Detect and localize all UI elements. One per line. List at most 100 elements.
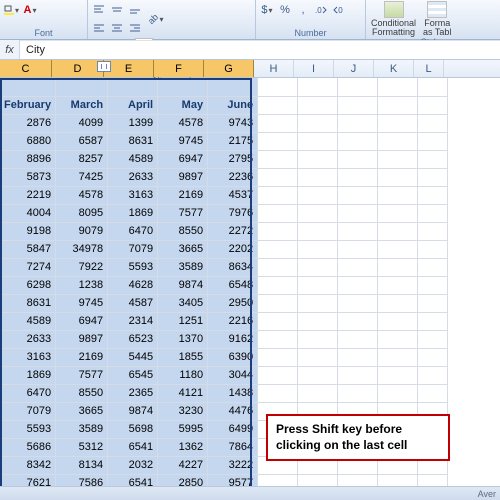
empty-cell[interactable] bbox=[338, 204, 378, 222]
table-cell[interactable]: 2950 bbox=[208, 294, 258, 312]
empty-cell[interactable] bbox=[298, 330, 338, 348]
table-cell[interactable]: 8550 bbox=[158, 222, 208, 240]
empty-cell[interactable] bbox=[338, 168, 378, 186]
table-cell[interactable]: 1869 bbox=[0, 366, 56, 384]
empty-cell[interactable] bbox=[258, 168, 298, 186]
empty-cell[interactable] bbox=[378, 312, 418, 330]
empty-cell[interactable] bbox=[338, 150, 378, 168]
empty-cell[interactable] bbox=[338, 276, 378, 294]
table-cell[interactable]: 9745 bbox=[56, 294, 108, 312]
table-cell[interactable]: 6298 bbox=[0, 276, 56, 294]
empty-cell[interactable] bbox=[418, 348, 448, 366]
table-cell[interactable]: 4099 bbox=[56, 114, 108, 132]
table-cell[interactable]: 2314 bbox=[108, 312, 158, 330]
table-cell[interactable]: 4537 bbox=[208, 186, 258, 204]
empty-cell[interactable] bbox=[378, 276, 418, 294]
table-cell[interactable]: 5593 bbox=[108, 258, 158, 276]
increase-decimal-button[interactable]: .0 bbox=[312, 1, 330, 19]
column-header-G[interactable]: G bbox=[204, 60, 254, 77]
table-cell[interactable]: 9198 bbox=[0, 222, 56, 240]
currency-button[interactable]: $▾ bbox=[258, 1, 276, 19]
table-cell[interactable]: 7274 bbox=[0, 258, 56, 276]
table-cell[interactable]: 8896 bbox=[0, 150, 56, 168]
table-cell[interactable]: 5698 bbox=[108, 420, 158, 438]
column-header-F[interactable]: F bbox=[154, 60, 204, 77]
comma-button[interactable]: , bbox=[294, 1, 312, 19]
table-cell[interactable]: 6548 bbox=[208, 276, 258, 294]
table-cell[interactable]: 6880 bbox=[0, 132, 56, 150]
table-cell[interactable]: 4589 bbox=[0, 312, 56, 330]
percent-button[interactable]: % bbox=[276, 1, 294, 19]
table-cell[interactable]: 8134 bbox=[56, 456, 108, 474]
table-cell[interactable]: 7922 bbox=[56, 258, 108, 276]
table-cell[interactable]: 1370 bbox=[158, 330, 208, 348]
empty-cell[interactable] bbox=[338, 186, 378, 204]
empty-cell[interactable] bbox=[298, 258, 338, 276]
table-cell[interactable]: 3222 bbox=[208, 456, 258, 474]
empty-cell[interactable] bbox=[298, 150, 338, 168]
table-cell[interactable]: 2169 bbox=[56, 348, 108, 366]
empty-cell[interactable] bbox=[258, 294, 298, 312]
empty-cell[interactable] bbox=[378, 150, 418, 168]
table-cell[interactable]: 3230 bbox=[158, 402, 208, 420]
table-cell[interactable]: 6470 bbox=[0, 384, 56, 402]
table-cell[interactable]: 9874 bbox=[108, 402, 158, 420]
empty-cell[interactable] bbox=[338, 78, 378, 96]
table-cell[interactable]: 9897 bbox=[56, 330, 108, 348]
empty-cell[interactable] bbox=[378, 258, 418, 276]
empty-cell[interactable] bbox=[258, 384, 298, 402]
table-cell[interactable] bbox=[208, 78, 258, 96]
empty-cell[interactable] bbox=[378, 132, 418, 150]
empty-cell[interactable] bbox=[418, 186, 448, 204]
empty-cell[interactable] bbox=[418, 258, 448, 276]
table-cell[interactable]: 2633 bbox=[0, 330, 56, 348]
table-cell[interactable]: 2850 bbox=[158, 474, 208, 486]
empty-cell[interactable] bbox=[298, 276, 338, 294]
fill-color-button[interactable]: ▾ bbox=[2, 1, 20, 19]
table-cell[interactable]: 2202 bbox=[208, 240, 258, 258]
empty-cell[interactable] bbox=[338, 132, 378, 150]
empty-cell[interactable] bbox=[418, 222, 448, 240]
empty-cell[interactable] bbox=[378, 366, 418, 384]
empty-cell[interactable] bbox=[258, 150, 298, 168]
empty-cell[interactable] bbox=[298, 312, 338, 330]
align-bottom-button[interactable] bbox=[126, 1, 144, 19]
table-cell[interactable]: 1362 bbox=[158, 438, 208, 456]
table-cell[interactable]: 3665 bbox=[56, 402, 108, 420]
table-cell[interactable]: 6947 bbox=[56, 312, 108, 330]
column-header-L[interactable]: L bbox=[414, 60, 444, 77]
empty-cell[interactable] bbox=[258, 222, 298, 240]
table-cell[interactable] bbox=[0, 78, 56, 96]
table-cell[interactable]: 2795 bbox=[208, 150, 258, 168]
table-cell[interactable]: 5593 bbox=[0, 420, 56, 438]
empty-cell[interactable] bbox=[338, 366, 378, 384]
empty-cell[interactable] bbox=[298, 222, 338, 240]
table-cell[interactable]: 4476 bbox=[208, 402, 258, 420]
table-cell[interactable]: 7976 bbox=[208, 204, 258, 222]
table-cell[interactable]: 8631 bbox=[0, 294, 56, 312]
table-cell[interactable]: 9162 bbox=[208, 330, 258, 348]
orientation-button[interactable]: ab▾ bbox=[147, 10, 165, 28]
empty-cell[interactable] bbox=[258, 96, 298, 114]
table-cell[interactable]: 7621 bbox=[0, 474, 56, 486]
empty-cell[interactable] bbox=[378, 348, 418, 366]
empty-cell[interactable] bbox=[378, 240, 418, 258]
table-cell[interactable]: 7425 bbox=[56, 168, 108, 186]
empty-cell[interactable] bbox=[418, 78, 448, 96]
table-header-cell[interactable]: February bbox=[0, 96, 56, 114]
column-header-J[interactable]: J bbox=[334, 60, 374, 77]
table-cell[interactable]: 4578 bbox=[158, 114, 208, 132]
empty-cell[interactable] bbox=[258, 366, 298, 384]
table-cell[interactable]: 3163 bbox=[108, 186, 158, 204]
format-as-table-button[interactable]: Forma as Tabl bbox=[420, 1, 454, 37]
table-cell[interactable]: 3163 bbox=[0, 348, 56, 366]
table-cell[interactable]: 4628 bbox=[108, 276, 158, 294]
empty-cell[interactable] bbox=[418, 474, 448, 486]
table-cell[interactable]: 2169 bbox=[158, 186, 208, 204]
column-header-H[interactable]: H bbox=[254, 60, 294, 77]
empty-cell[interactable] bbox=[258, 78, 298, 96]
align-middle-button[interactable] bbox=[108, 1, 126, 19]
empty-cell[interactable] bbox=[298, 348, 338, 366]
empty-cell[interactable] bbox=[258, 276, 298, 294]
table-cell[interactable]: 7079 bbox=[0, 402, 56, 420]
